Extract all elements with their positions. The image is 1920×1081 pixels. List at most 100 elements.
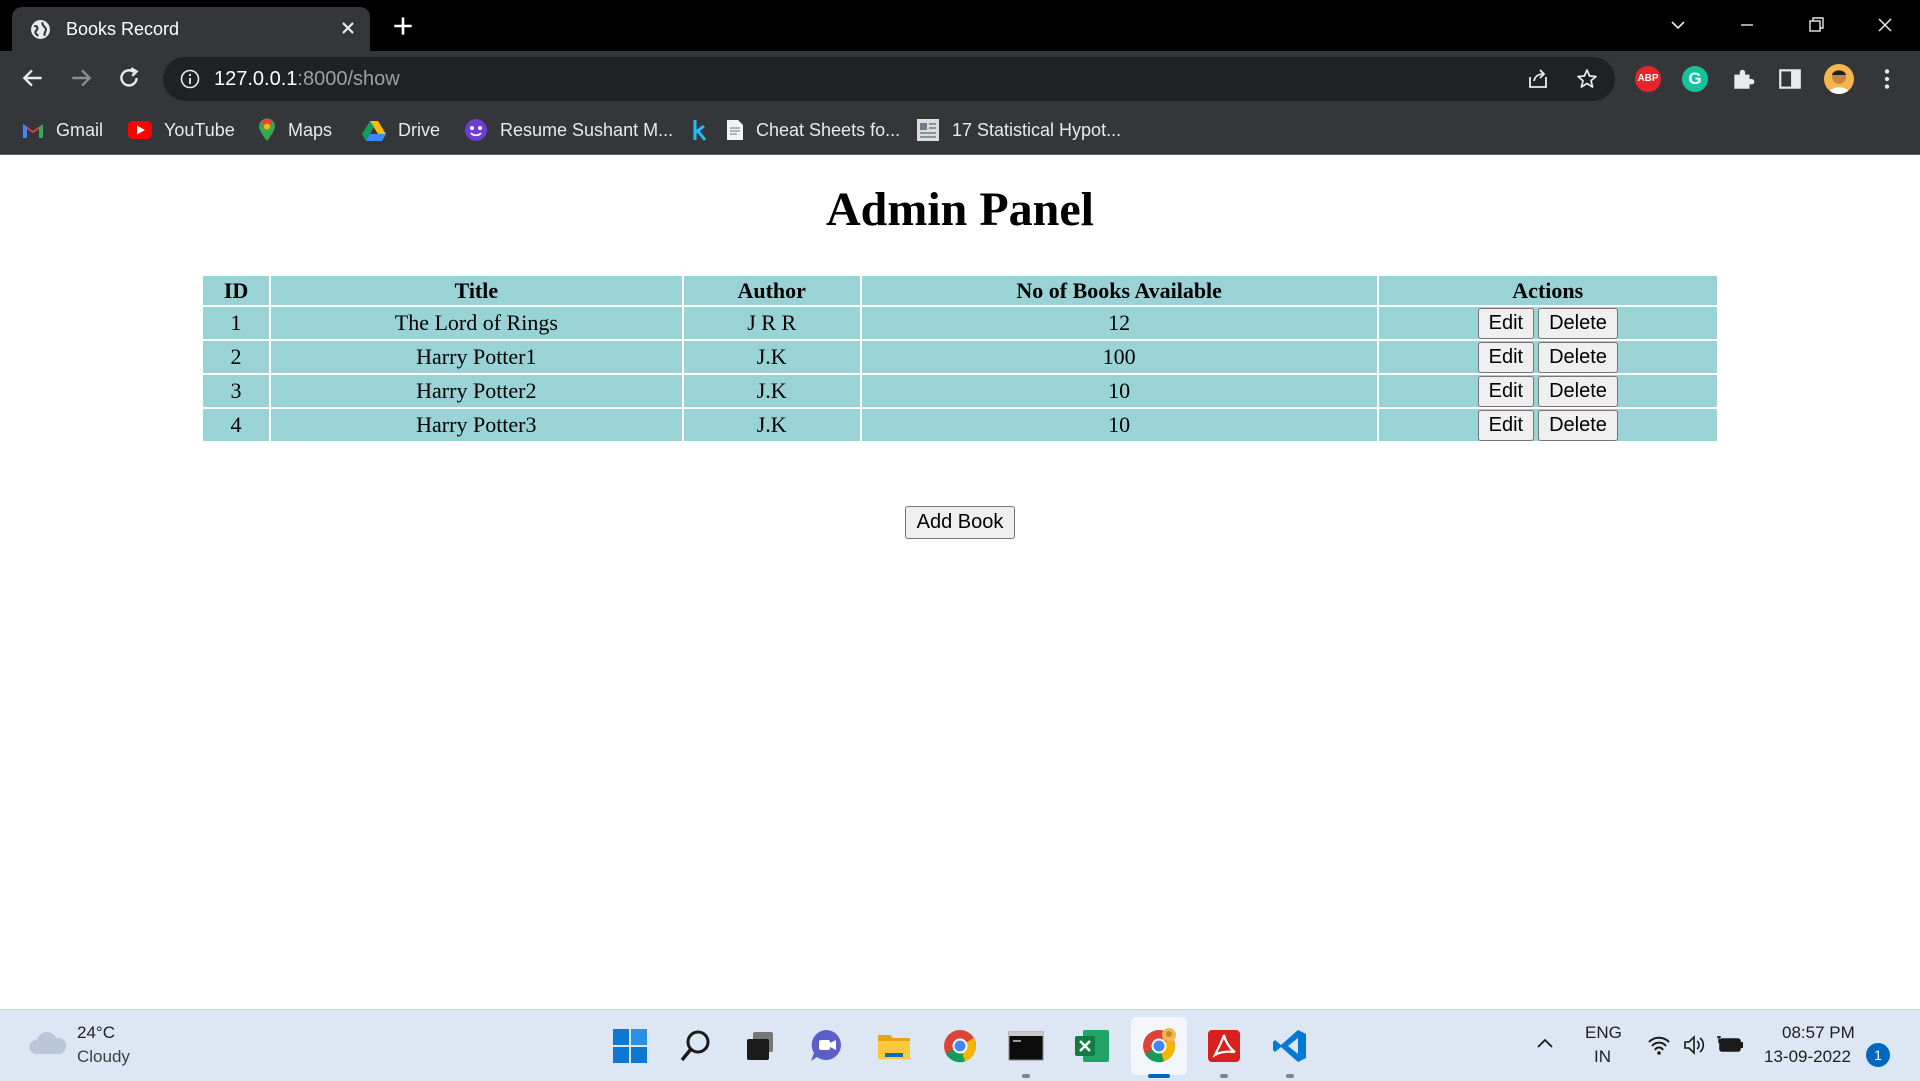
cell-title: Harry Potter3 bbox=[271, 409, 682, 441]
cell-count: 12 bbox=[861, 307, 1377, 339]
terminal-icon[interactable] bbox=[1007, 1027, 1045, 1065]
language-indicator[interactable]: ENG bbox=[1585, 1023, 1622, 1043]
task-view-icon[interactable] bbox=[741, 1027, 779, 1065]
extensions-puzzle-icon[interactable] bbox=[1730, 66, 1756, 92]
bookmark-cheat-sheets[interactable]: Cheat Sheets fo... bbox=[726, 117, 900, 143]
tab-strip: Books Record bbox=[0, 0, 1920, 51]
table-row: 1 The Lord of Rings J R R 12 Edit Delete bbox=[203, 307, 1717, 339]
wifi-icon[interactable] bbox=[1647, 1034, 1671, 1056]
cell-author: J R R bbox=[683, 307, 860, 339]
bookmark-drive[interactable]: Drive bbox=[362, 117, 440, 143]
table-header-row: ID Title Author No of Books Available Ac… bbox=[203, 276, 1717, 305]
file-explorer-icon[interactable] bbox=[875, 1027, 913, 1065]
notification-badge[interactable]: 1 bbox=[1866, 1043, 1890, 1067]
bookmark-label: Maps bbox=[288, 119, 333, 140]
gmail-icon bbox=[23, 123, 43, 138]
running-indicator bbox=[1220, 1074, 1228, 1078]
restore-icon[interactable] bbox=[1805, 14, 1827, 36]
profile-face-icon bbox=[1828, 70, 1850, 94]
bookmark-k[interactable] bbox=[692, 117, 720, 143]
bookmark-statistical[interactable]: 17 Statistical Hypot... bbox=[916, 117, 1121, 143]
drive-icon bbox=[362, 120, 386, 141]
bookmarks-bar: Gmail YouTube Maps Drive Resume Sushant … bbox=[0, 106, 1920, 155]
browser-toolbar: 127.0.0.1:8000/show ABP G bbox=[0, 51, 1920, 106]
bookmark-maps[interactable]: Maps bbox=[258, 117, 332, 143]
back-arrow-icon[interactable] bbox=[20, 65, 46, 91]
cell-id: 4 bbox=[203, 409, 270, 441]
chrome-icon[interactable] bbox=[941, 1027, 979, 1065]
chrome-profile-icon[interactable] bbox=[1140, 1027, 1178, 1065]
books-table: ID Title Author No of Books Available Ac… bbox=[201, 274, 1719, 443]
bookmark-label: Drive bbox=[398, 119, 441, 140]
delete-button[interactable]: Delete bbox=[1538, 341, 1618, 373]
edit-button[interactable]: Edit bbox=[1477, 307, 1535, 339]
youtube-icon bbox=[128, 121, 152, 139]
edit-button[interactable]: Edit bbox=[1477, 409, 1535, 441]
battery-icon[interactable] bbox=[1717, 1034, 1745, 1056]
cell-actions: Edit Delete bbox=[1378, 409, 1717, 441]
table-row: 3 Harry Potter2 J.K 10 Edit Delete bbox=[203, 375, 1717, 407]
cell-author: J.K bbox=[683, 409, 860, 441]
teams-chat-icon[interactable] bbox=[808, 1027, 846, 1065]
bookmark-youtube[interactable]: YouTube bbox=[128, 117, 235, 143]
table-row: 4 Harry Potter3 J.K 10 Edit Delete bbox=[203, 409, 1717, 441]
cell-author: J.K bbox=[683, 341, 860, 373]
acrobat-icon[interactable] bbox=[1205, 1027, 1243, 1065]
forward-arrow-icon[interactable] bbox=[68, 65, 94, 91]
info-icon[interactable] bbox=[179, 68, 201, 90]
page-title: Admin Panel bbox=[825, 183, 1095, 236]
add-book-button[interactable]: Add Book bbox=[904, 506, 1016, 539]
bookmark-label: Resume Sushant M... bbox=[500, 119, 674, 140]
profile-avatar[interactable] bbox=[1824, 64, 1854, 94]
tab-title: Books Record bbox=[66, 19, 180, 39]
chevron-down-icon[interactable] bbox=[1667, 14, 1689, 36]
bookmark-gmail[interactable]: Gmail bbox=[22, 117, 103, 143]
cell-title: The Lord of Rings bbox=[271, 307, 682, 339]
table-row: 2 Harry Potter1 J.K 100 Edit Delete bbox=[203, 341, 1717, 373]
cell-count: 10 bbox=[861, 375, 1377, 407]
cell-id: 3 bbox=[203, 375, 270, 407]
new-tab-plus-icon[interactable] bbox=[390, 13, 416, 39]
delete-button[interactable]: Delete bbox=[1538, 307, 1618, 339]
cell-count: 10 bbox=[861, 409, 1377, 441]
bookmark-label: YouTube bbox=[164, 119, 235, 140]
tab-books-record[interactable]: Books Record bbox=[12, 7, 370, 51]
clock-time[interactable]: 08:57 PM bbox=[1782, 1023, 1855, 1043]
cell-actions: Edit Delete bbox=[1378, 375, 1717, 407]
delete-button[interactable]: Delete bbox=[1538, 375, 1618, 407]
cell-author: J.K bbox=[683, 375, 860, 407]
window-close-icon[interactable] bbox=[1874, 14, 1896, 36]
chevron-up-icon[interactable] bbox=[1533, 1032, 1557, 1056]
bookmark-label: Cheat Sheets fo... bbox=[756, 119, 901, 140]
cell-count: 100 bbox=[861, 341, 1377, 373]
taskbar: 24°C Cloudy ENG IN 08:57 PM 13-09-2022 1 bbox=[0, 1009, 1920, 1081]
edit-button[interactable]: Edit bbox=[1477, 341, 1535, 373]
edit-button[interactable]: Edit bbox=[1477, 375, 1535, 407]
side-panel-icon[interactable] bbox=[1777, 66, 1803, 92]
column-header-author: Author bbox=[683, 276, 860, 305]
minimize-icon[interactable] bbox=[1736, 14, 1758, 36]
share-icon[interactable] bbox=[1526, 67, 1550, 91]
maps-icon bbox=[259, 118, 275, 141]
cell-title: Harry Potter1 bbox=[271, 341, 682, 373]
weather-description: Cloudy bbox=[77, 1047, 130, 1066]
close-icon[interactable] bbox=[338, 18, 358, 38]
grammarly-icon[interactable]: G bbox=[1682, 66, 1708, 92]
url-path: :8000/show bbox=[297, 68, 400, 90]
running-indicator bbox=[1286, 1074, 1294, 1078]
address-bar[interactable]: 127.0.0.1:8000/show bbox=[163, 57, 1615, 101]
volume-icon[interactable] bbox=[1682, 1034, 1706, 1056]
resume-icon bbox=[465, 119, 487, 141]
url-text[interactable]: 127.0.0.1:8000/show bbox=[214, 68, 400, 91]
reload-icon[interactable] bbox=[116, 65, 142, 91]
add-book-container: Add Book bbox=[0, 506, 1920, 539]
search-icon[interactable] bbox=[677, 1027, 715, 1065]
kebab-menu-icon[interactable] bbox=[1874, 66, 1900, 92]
windows-start-icon[interactable] bbox=[611, 1027, 649, 1065]
bookmark-resume[interactable]: Resume Sushant M... bbox=[464, 117, 673, 143]
vscode-icon[interactable] bbox=[1271, 1027, 1309, 1065]
star-bookmark-icon[interactable] bbox=[1575, 67, 1599, 91]
delete-button[interactable]: Delete bbox=[1538, 409, 1618, 441]
adblock-plus-icon[interactable]: ABP bbox=[1635, 66, 1661, 92]
excel-icon[interactable] bbox=[1073, 1027, 1111, 1065]
